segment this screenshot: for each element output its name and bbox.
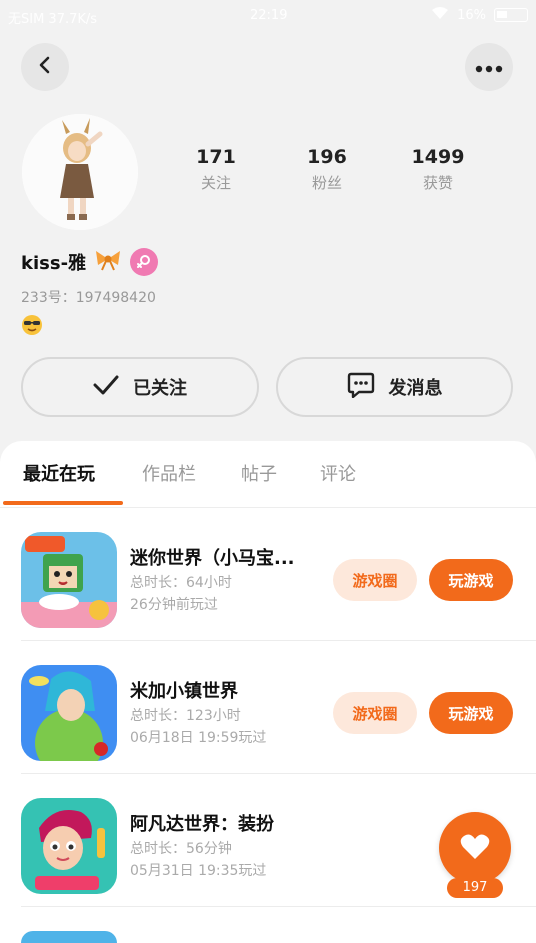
send-message-button[interactable]: 发消息 [276,357,513,417]
wifi-icon [431,6,449,24]
game-title: 阿凡达世界：装扮 [130,814,274,835]
game-circle-button[interactable]: 游戏圈 [333,559,417,601]
game-duration: 总时长：64小时 [130,575,232,591]
game-title: 迷你世界（小马宝... [130,548,295,569]
game-duration: 总时长：56分钟 [130,841,232,857]
game-icon-mini-world [21,532,117,628]
heart-icon [460,833,490,864]
send-message-label: 发消息 [388,378,443,399]
game-last-played: 06月18日 19:59玩过 [130,730,267,746]
battery-percent: 16% [457,7,486,23]
more-options-button[interactable] [465,43,513,91]
game-list-item[interactable]: 迷你世界（小马宝... 总时长：64小时 26分钟前玩过 游戏圈 玩游戏 [0,508,536,641]
game-last-played: 05月31日 19:35玩过 [130,863,267,879]
message-bubble-icon [347,372,375,403]
tab-comments[interactable]: 评论 [320,460,356,486]
tab-works[interactable]: 作品栏 [142,460,196,486]
game-title: 米加小镇世界 [130,681,238,702]
sunglasses-emoji-icon [21,314,43,341]
battery-icon [494,8,528,22]
play-game-button[interactable]: 玩游戏 [429,559,513,601]
chevron-left-icon [35,55,55,79]
more-dots-icon [475,58,503,77]
bow-icon [94,249,122,275]
game-icon-partial [21,931,117,943]
tab-recently-played[interactable]: 最近在玩 [23,460,95,486]
clock: 22:19 [250,8,288,23]
profile-stats: 171 关注 196 粉丝 1499 获赞 [0,146,536,206]
status-bar: 无SIM 37.7K/s 22:19 16% [0,0,536,34]
game-list-item[interactable]: 米加小镇世界 总时长：123小时 06月18日 19:59玩过 游戏圈 玩游戏 [0,641,536,774]
stat-label: 粉丝 [311,174,342,192]
username: kiss-雅 [21,253,87,274]
following-label: 已关注 [133,378,187,399]
like-button[interactable] [439,812,511,884]
user-id: 233号：197498420 [21,290,156,306]
stat-following[interactable]: 171 关注 [176,146,256,193]
check-icon [93,375,119,400]
stat-value: 171 [196,146,236,168]
play-game-button[interactable]: 玩游戏 [429,692,513,734]
game-circle-button[interactable]: 游戏圈 [333,692,417,734]
tab-bar: 最近在玩 作品栏 帖子 评论 [0,441,536,508]
stat-label: 获赞 [422,174,453,192]
active-tab-indicator [3,501,123,505]
like-count: 197 [447,878,503,898]
game-icon-miga-town [21,665,117,761]
game-icon-avatar-world [21,798,117,894]
stat-label: 关注 [200,174,231,192]
following-button[interactable]: 已关注 [21,357,259,417]
network-status: 无SIM 37.7K/s [8,12,98,27]
stat-followers[interactable]: 196 粉丝 [287,146,367,193]
female-gender-icon [130,248,159,276]
stat-value: 1499 [411,146,465,168]
game-last-played: 26分钟前玩过 [130,597,218,613]
stat-value: 196 [307,146,347,168]
back-button[interactable] [21,43,69,91]
row-divider [21,906,536,907]
game-duration: 总时长：123小时 [130,708,241,724]
tab-posts[interactable]: 帖子 [241,460,277,486]
username-row: kiss-雅 [21,248,159,276]
stat-likes[interactable]: 1499 获赞 [398,146,478,193]
